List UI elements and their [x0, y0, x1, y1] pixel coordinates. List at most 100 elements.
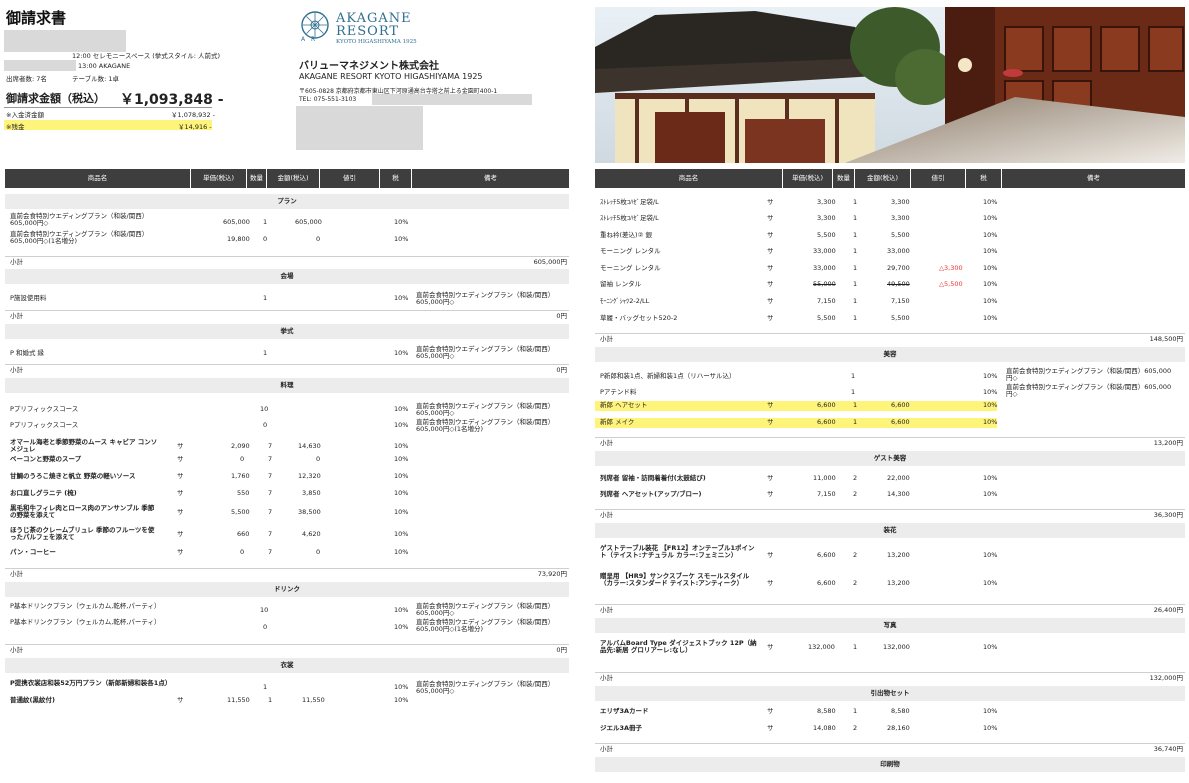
qty: 2 [853, 551, 858, 559]
tax: 10% [394, 472, 409, 480]
item-name: ｽﾄﾚｯﾁ5枚ｺﾊｾﾞ足袋/L [600, 214, 659, 222]
service-mark: サ [177, 489, 184, 497]
qty: 1 [853, 264, 858, 272]
item-name: Pプリフィックスコース [10, 421, 79, 429]
qty: 0 [263, 421, 268, 429]
tax: 10% [983, 388, 998, 396]
item-name: ほうじ茶のクレームブリュレ 季節のフルーツを使ったパルフェを添えて [10, 526, 155, 542]
amount: 605,000 [295, 218, 322, 226]
tax: 10% [983, 198, 998, 206]
item-name: モーニング レンタル [600, 247, 661, 255]
qty: 1 [853, 231, 858, 239]
item-name: 黒毛和牛フィレ肉とロース肉のアンサンブル 季節の野菜を添えて [10, 504, 155, 520]
note: 直前会食特別ウエディングプラン（和装/関西）605,000円◇ [416, 345, 555, 361]
tax: 10% [394, 489, 409, 497]
amount: 14,630 [298, 442, 321, 450]
service-mark: サ [767, 198, 774, 206]
service-mark: サ [177, 548, 184, 556]
tax: 10% [394, 508, 409, 516]
left-table-header: 商品名 単価(税込) 数量 金額(税込) 値引 税 備考 [5, 169, 569, 188]
item-name: オマール海老と季節野菜のムース キャビア コンソメジュレ [10, 438, 158, 454]
company-tel: TEL: 075-551-3103 [299, 96, 357, 103]
note: 直前会食特別ウエディングプラン（和装/関西）605,000円◇ [1006, 383, 1172, 399]
tax: 10% [983, 231, 998, 239]
company-name: バリューマネジメント株式会社 [299, 61, 439, 72]
amount: 4,620 [302, 530, 321, 538]
amount: 28,160 [887, 724, 910, 732]
tax: 10% [394, 455, 409, 463]
subtotal-row: 小計 0円 [5, 364, 569, 374]
tax: 10% [983, 579, 998, 587]
header-item: 商品名 [595, 169, 783, 188]
qty: 1 [263, 349, 268, 357]
unit-price: 3,300 [817, 198, 836, 206]
qty: 7 [268, 508, 273, 516]
service-mark: サ [177, 530, 184, 538]
row-highlight [595, 401, 997, 411]
redacted-stamp [296, 106, 423, 150]
header-note: 備考 [1087, 174, 1100, 182]
item-name: 留袖 レンタル [600, 280, 642, 288]
section-beauty: 美容 [595, 347, 1185, 362]
item-name: アルバムBoard Type ダイジェストブック 12P（納品先:新居 グロリア… [600, 639, 757, 655]
unit-price: 19,800 [227, 235, 250, 243]
invoice-title: 御請求書 [6, 9, 67, 27]
item-name: P 和婚式 縁 [10, 349, 45, 357]
item-name: ｽﾄﾚｯﾁ5枚ｺﾊｾﾞ足袋/L [600, 198, 659, 206]
qty: 1 [851, 372, 856, 380]
service-mark: サ [767, 214, 774, 222]
unit-price: 6,600 [817, 579, 836, 587]
qty: 1 [853, 643, 858, 651]
amount: 3,850 [302, 489, 321, 497]
subtotal-row: 小計 26,400円 [595, 604, 1185, 614]
unit-price: 33,000 [813, 247, 836, 255]
tax: 10% [983, 551, 998, 559]
qty: 2 [853, 490, 858, 498]
redacted-contact [372, 94, 532, 105]
item-name: P基本ドリンクプラン（ウェルカム,乾杯,パーティ） [10, 618, 161, 626]
logo-mark: A R [301, 36, 318, 43]
amount: 11,550 [302, 696, 325, 704]
section-guest-beauty: ゲスト美容 [595, 451, 1185, 466]
amount: 33,000 [887, 247, 910, 255]
qty: 1 [853, 418, 858, 426]
amount: 49,500 [887, 280, 910, 288]
note: 直前会食特別ウエディングプラン（和装/関西）605,000円◇ [416, 680, 555, 696]
amount: 0 [316, 455, 321, 463]
header-item: 商品名 [5, 169, 191, 188]
qty: 1 [263, 218, 268, 226]
reception-line: 13:00 AKAGANE [78, 62, 131, 70]
header-tax: 税 [966, 169, 1002, 188]
amount: 3,300 [891, 214, 910, 222]
service-mark: サ [767, 724, 774, 732]
item-name: 草履・バッグセット520-2 [600, 314, 678, 322]
note: 直前会食特別ウエディングプラン（和装/関西）605,000円◇ [1006, 367, 1172, 383]
service-mark: サ [177, 696, 184, 704]
amount: 132,000 [883, 643, 910, 651]
qty: 7 [268, 472, 273, 480]
qty: 1 [853, 280, 858, 288]
section-gifts: 引出物セット [595, 686, 1185, 701]
item-name: P提携衣裳店和装52万円プラン（新郎新婦和装各1点） [10, 679, 172, 687]
qty: 1 [263, 294, 268, 302]
service-mark: サ [177, 455, 184, 463]
tax: 10% [983, 418, 998, 426]
discount: △5,500 [939, 280, 963, 288]
service-mark: サ [767, 490, 774, 498]
qty: 7 [268, 548, 273, 556]
service-mark: サ [177, 472, 184, 480]
header-unit-price: 単価(税込) [783, 169, 833, 188]
unit-price: 55,000 [813, 280, 836, 288]
item-name: ベーコンと野菜のスープ [10, 455, 82, 463]
tax: 10% [983, 247, 998, 255]
header-discount: 値引 [911, 169, 966, 188]
tax: 10% [983, 401, 998, 409]
paid-label: ※入金済金額 [6, 111, 44, 119]
tax: 10% [983, 314, 998, 322]
item-name: 直前会食特別ウエディングプラン（和装/関西）605,000円◇(1名増分) [10, 230, 149, 246]
subtotal-row: 小計 148,500円 [595, 333, 1185, 343]
section-costume: 衣裳 [5, 658, 569, 673]
unit-price: 2,090 [231, 442, 250, 450]
qty: 2 [853, 474, 858, 482]
balance-label: ※残金 [6, 123, 25, 131]
